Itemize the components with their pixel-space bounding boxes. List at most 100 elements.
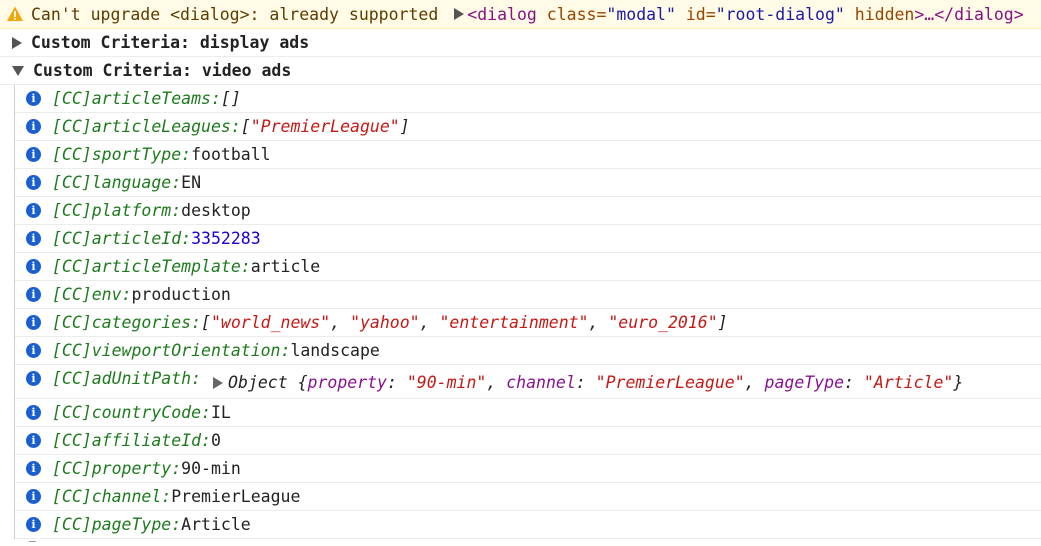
info-icon: i bbox=[26, 343, 41, 358]
log-prefix: [CC] bbox=[52, 173, 92, 192]
group-video-ads-body: i [CC] articleTeams: [] i [CC] articleLeagu… bbox=[14, 85, 1041, 539]
group-display-ads[interactable]: Custom Criteria: display ads bbox=[0, 29, 1041, 57]
log-key: platform: bbox=[91, 201, 182, 220]
log-value: 0 bbox=[210, 431, 221, 450]
log-value: article bbox=[250, 257, 321, 276]
log-row: i [CC] language: EN bbox=[15, 169, 1041, 197]
log-value: EN bbox=[181, 173, 202, 192]
info-icon: i bbox=[26, 371, 41, 386]
log-key: language: bbox=[91, 173, 182, 192]
log-value: ["PremierLeague"] bbox=[240, 117, 410, 136]
log-row: i [CC] env: production bbox=[15, 281, 1041, 309]
log-key: pageType: bbox=[91, 515, 182, 534]
log-key: categories: bbox=[91, 313, 202, 332]
log-key: channel: bbox=[91, 487, 172, 506]
log-key: viewportOrientation: bbox=[91, 341, 291, 360]
object-prop-value: "Article" bbox=[863, 373, 954, 392]
log-key: affiliateId: bbox=[91, 431, 211, 450]
log-row: i [CC] articleLeagues: ["PremierLeague"] bbox=[15, 113, 1041, 141]
collapsed-triangle-icon[interactable] bbox=[12, 36, 22, 49]
log-value: 90-min bbox=[181, 459, 241, 478]
log-key: articleId: bbox=[91, 229, 192, 248]
log-value: ["world_news", "yahoo", "entertainment",… bbox=[201, 313, 728, 332]
log-row: i [CC] sportType: football bbox=[15, 141, 1041, 169]
log-prefix: [CC] bbox=[52, 431, 92, 450]
log-prefix: [CC] bbox=[52, 403, 92, 422]
log-row: i [CC] affiliateId: 0 bbox=[15, 427, 1041, 455]
element-ref[interactable]: <dialog class="modal" id="root-dialog" h… bbox=[467, 5, 1023, 24]
info-icon: i bbox=[26, 287, 41, 302]
log-row: i [CC] adUnitPath: Object {property: "90-… bbox=[15, 365, 1041, 399]
log-prefix: [CC] bbox=[52, 487, 92, 506]
log-row: i [CC] categories: ["world_news", "yahoo"… bbox=[15, 309, 1041, 337]
log-value: [] bbox=[220, 89, 241, 108]
info-icon: i bbox=[26, 259, 41, 274]
object-prop-key: pageType bbox=[764, 373, 845, 392]
info-icon: i bbox=[26, 203, 41, 218]
expand-element-triangle-icon[interactable] bbox=[454, 8, 465, 20]
info-icon: i bbox=[26, 433, 41, 448]
log-prefix: [CC] bbox=[52, 229, 92, 248]
log-row: i [CC] channel: PremierLeague bbox=[15, 483, 1041, 511]
log-value: IL bbox=[210, 403, 231, 422]
warning-icon bbox=[7, 6, 23, 21]
warning-text: Can't upgrade <dialog>: already supporte… bbox=[31, 4, 439, 24]
log-key: countryCode: bbox=[91, 403, 211, 422]
log-row: i [CC] viewportOrientation: landscape bbox=[15, 337, 1041, 365]
log-prefix: [CC] bbox=[52, 459, 92, 478]
group-title: Custom Criteria: display ads bbox=[31, 33, 310, 52]
log-row: i [CC] platform: desktop bbox=[15, 197, 1041, 225]
log-value: production bbox=[131, 285, 231, 304]
log-value: football bbox=[191, 145, 271, 164]
log-prefix: [CC] bbox=[52, 515, 92, 534]
log-prefix: [CC] bbox=[52, 369, 92, 388]
log-row: i [CC] countryCode: IL bbox=[15, 399, 1041, 427]
object-prop-key: property bbox=[307, 373, 387, 392]
info-icon: i bbox=[26, 461, 41, 476]
log-key: property: bbox=[91, 459, 182, 478]
log-prefix: [CC] bbox=[52, 285, 92, 304]
object-label: Object bbox=[228, 373, 288, 392]
info-icon: i bbox=[26, 147, 41, 162]
log-key: sportType: bbox=[91, 145, 192, 164]
object-prop-key: channel bbox=[506, 373, 576, 392]
warning-message-row: Can't upgrade <dialog>: already supporte… bbox=[0, 0, 1041, 29]
log-value: 3352283 bbox=[191, 229, 261, 248]
object-preview[interactable]: Object {property: "90-min", channel: "Pr… bbox=[201, 373, 963, 392]
log-key: adUnitPath: bbox=[91, 369, 202, 388]
log-value: PremierLeague bbox=[171, 487, 301, 506]
info-icon: i bbox=[26, 315, 41, 330]
log-row: i [CC] articleTeams: [] bbox=[15, 85, 1041, 113]
log-prefix: [CC] bbox=[52, 201, 92, 220]
info-icon: i bbox=[26, 517, 41, 532]
expanded-triangle-icon[interactable] bbox=[12, 65, 24, 76]
info-icon: i bbox=[26, 119, 41, 134]
object-prop-value: "90-min" bbox=[406, 373, 487, 392]
log-prefix: [CC] bbox=[52, 145, 92, 164]
log-value: Article bbox=[181, 515, 251, 534]
log-key: articleTemplate: bbox=[91, 257, 251, 276]
expand-object-triangle-icon[interactable] bbox=[213, 376, 224, 389]
group-video-ads[interactable]: Custom Criteria: video ads bbox=[0, 57, 1041, 85]
log-prefix: [CC] bbox=[52, 313, 92, 332]
object-prop-value: "PremierLeague" bbox=[595, 373, 745, 392]
log-row: i [CC] articleTemplate: article bbox=[15, 253, 1041, 281]
info-icon: i bbox=[26, 91, 41, 106]
log-value: desktop bbox=[181, 201, 251, 220]
console-prompt-mark bbox=[29, 541, 36, 542]
log-row: i [CC] property: 90-min bbox=[15, 455, 1041, 483]
log-key: env: bbox=[91, 285, 132, 304]
log-prefix: [CC] bbox=[52, 257, 92, 276]
log-prefix: [CC] bbox=[52, 89, 92, 108]
info-icon: i bbox=[26, 175, 41, 190]
log-value: landscape bbox=[290, 341, 380, 360]
log-row: i [CC] articleId: 3352283 bbox=[15, 225, 1041, 253]
log-key: articleTeams: bbox=[91, 89, 221, 108]
log-key: articleLeagues: bbox=[91, 117, 241, 136]
info-icon: i bbox=[26, 405, 41, 420]
log-prefix: [CC] bbox=[52, 341, 92, 360]
log-prefix: [CC] bbox=[52, 117, 92, 136]
group-title: Custom Criteria: video ads bbox=[33, 61, 292, 80]
log-row: i [CC] pageType: Article bbox=[15, 511, 1041, 539]
info-icon: i bbox=[26, 231, 41, 246]
